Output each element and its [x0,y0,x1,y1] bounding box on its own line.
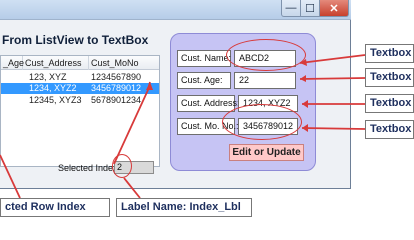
cell-mobile: 1234567890 [91,72,142,82]
cell-address: 12345, XYZ3 [29,95,82,105]
minimize-icon[interactable]: — [281,0,301,17]
annotation-textbox-2: Textbox N [365,68,414,87]
highlight-ellipse [222,104,302,140]
cust-age-textbox[interactable]: 22 [234,72,296,89]
cust-age-label: Cust. Age: [177,72,231,89]
annotation-index-label: Label Name: Index_Lbl [116,198,252,217]
customer-listview[interactable]: _Age Cust_Address Cust_MoNo 123, XYZ 123… [0,55,160,167]
listview-header: _Age Cust_Address Cust_MoNo [1,56,159,70]
annotation-selected-row: cted Row Index [0,198,110,217]
cust-name-label: Cust. Name: [177,50,231,67]
title-bar: — ☐ ✕ [0,0,351,20]
edit-update-button[interactable]: Edit or Update [229,144,304,161]
table-row-selected[interactable]: 1234, XYZ2 3456789012 [1,83,159,94]
column-header-address[interactable]: Cust_Address [23,56,89,70]
cell-address: 123, XYZ [29,72,67,82]
highlight-ellipse [226,39,306,71]
table-row[interactable]: 123, XYZ 1234567890 [1,72,159,83]
app-window: — ☐ ✕ From ListView to TextBox _Age Cust… [0,0,351,189]
selected-index-caption: Selected Index [58,163,118,173]
cust-address-label: Cust. Address: [177,95,240,112]
cell-mobile: 5678901234 [91,95,142,105]
maximize-icon[interactable]: ☐ [300,0,320,17]
column-header-age[interactable]: _Age [1,56,24,70]
close-icon[interactable]: ✕ [319,0,349,17]
cell-mobile: 3456789012 [91,83,142,93]
annotation-textbox-3: Textbox N [365,94,414,113]
table-row[interactable]: 12345, XYZ3 5678901234 [1,95,159,106]
form-title: From ListView to TextBox [2,33,149,47]
highlight-ellipse [112,154,132,178]
annotation-textbox-1: Textbox N [365,44,414,63]
column-header-mobile[interactable]: Cust_MoNo [89,56,159,70]
annotation-textbox-4: Textbox N [365,120,414,139]
cell-address: 1234, XYZ2 [29,83,77,93]
